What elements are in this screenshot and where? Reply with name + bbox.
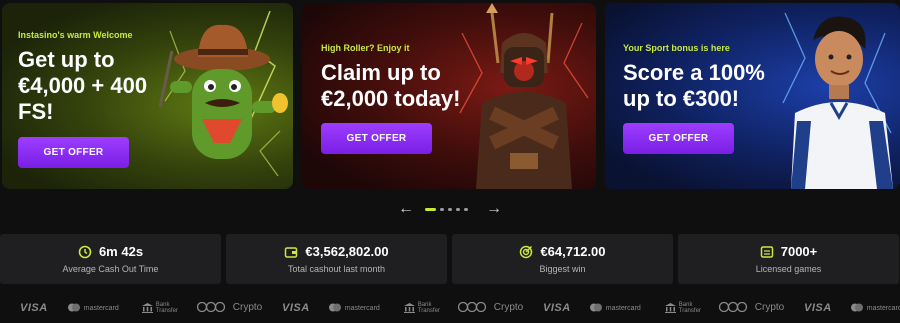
promo-eyebrow: Instasino's warm Welcome [18,30,133,40]
promo-eyebrow: High Roller? Enjoy it [321,43,410,53]
visa-logo: VISA [20,302,48,314]
visa-logo: VISA [804,302,832,314]
bank-label-line2: Transfer [417,308,440,314]
crypto-coins-icon [457,302,487,313]
mastercard-icon [590,303,602,312]
crypto-logo: Crypto [457,302,524,313]
stat-card-licensed-games: 7000+ Licensed games [678,234,899,284]
stat-value: 7000+ [780,244,818,259]
bank-label-line2: Transfer [155,308,178,314]
mastercard-icon [68,303,80,312]
stat-label: Licensed games [755,264,822,274]
stat-value: €64,712.00 [540,244,606,259]
bank-transfer-logo: Bank Transfer [142,302,178,314]
promo-card-sport[interactable]: Your Sport bonus is here Score a 100% up… [605,3,900,189]
stat-card-biggest-win: €64,712.00 Biggest win [452,234,673,284]
crypto-logo: Crypto [196,302,263,313]
mastercard-icon [851,303,863,312]
bank-transfer-logo: Bank Transfer [404,302,440,314]
crypto-coins-icon [718,302,748,313]
get-offer-button[interactable]: GET OFFER [623,123,734,154]
carousel-dot[interactable] [448,208,452,211]
target-icon [520,245,533,258]
mastercard-icon [329,303,341,312]
mastercard-logo: mastercard [589,302,641,313]
stat-label: Average Cash Out Time [62,264,159,274]
crypto-label: Crypto [754,302,785,313]
bank-label-line2: Transfer [678,308,701,314]
bank-transfer-logo: Bank Transfer [665,302,701,314]
mastercard-label: mastercard [344,305,380,312]
bank-icon [665,303,676,313]
mastercard-logo: mastercard [850,302,900,313]
mastercard-logo: mastercard [67,302,119,313]
crypto-label: Crypto [493,302,524,313]
carousel-navigation: ← → [398,201,502,217]
stat-value: 6m 42s [98,244,144,259]
bank-icon [142,303,153,313]
carousel-dot[interactable] [456,208,460,211]
arrow-left-icon[interactable]: ← [398,201,414,217]
crypto-logo: Crypto [718,302,785,313]
bank-transfer-label: Bank Transfer [679,302,701,314]
soccer-player-illustration [782,12,893,189]
cactus-cowboy-illustration [158,11,288,177]
pharaoh-warrior-illustration [459,3,589,189]
promo-headline: Get up to €4,000 + 400 FS! [18,47,148,124]
bank-transfer-label: Bank Transfer [418,302,440,314]
crypto-label: Crypto [232,302,263,313]
promo-card-welcome[interactable]: Instasino's warm Welcome Get up to €4,00… [2,3,293,189]
wallet-icon [285,246,298,258]
promo-eyebrow: Your Sport bonus is here [623,43,730,53]
bank-icon [404,303,415,313]
bank-transfer-label: Bank Transfer [156,302,178,314]
stat-card-total-cashout: €3,562,802.00 Total cashout last month [226,234,447,284]
visa-logo: VISA [282,302,310,314]
promo-headline: Score a 100% up to €300! [623,60,765,111]
carousel-dot[interactable] [440,208,444,211]
visa-logo: VISA [543,302,571,314]
clock-icon [78,245,92,258]
mastercard-label: mastercard [83,305,119,312]
mastercard-logo: mastercard [328,302,380,313]
arrow-right-icon[interactable]: → [486,201,502,217]
stat-label: Total cashout last month [287,264,386,274]
slot-machine-icon [760,245,773,258]
get-offer-button[interactable]: GET OFFER [321,123,432,154]
crypto-coins-icon [196,302,226,313]
stat-value: €3,562,802.00 [305,244,389,259]
carousel-dot-active[interactable] [425,208,436,211]
payment-methods-strip: VISA mastercard Bank Transfer Crypto VISA… [0,296,900,320]
get-offer-button[interactable]: GET OFFER [18,137,129,168]
carousel-dot[interactable] [464,208,468,211]
stat-card-cashout-time: 6m 42s Average Cash Out Time [0,234,221,284]
stat-label: Biggest win [539,264,586,274]
promo-headline: Claim up to €2,000 today! [321,60,461,111]
mastercard-label: mastercard [605,305,641,312]
promo-card-high-roller[interactable]: High Roller? Enjoy it Claim up to €2,000… [302,3,596,189]
mastercard-label: mastercard [866,305,900,312]
